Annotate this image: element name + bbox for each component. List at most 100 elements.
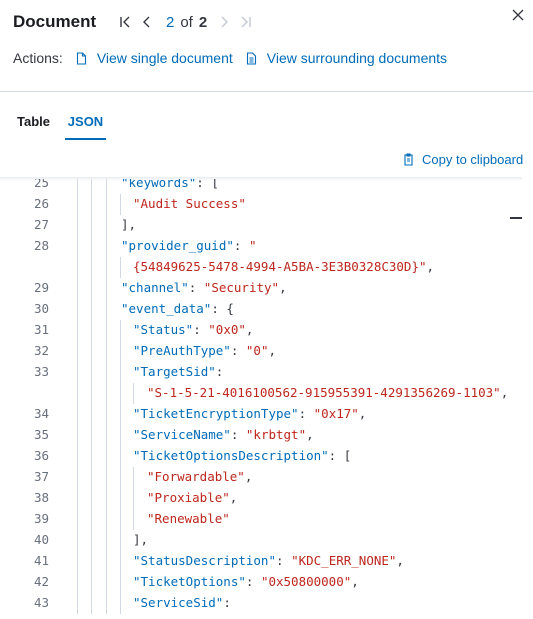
json-punctuation: : xyxy=(233,238,249,253)
json-punctuation: , xyxy=(426,259,435,274)
code-line: 26 "Audit Success" xyxy=(0,194,522,215)
indent-guide xyxy=(120,551,121,572)
json-key: "TicketOptionsDescription" xyxy=(133,448,329,463)
tab-json[interactable]: JSON xyxy=(65,108,106,140)
indent-guide xyxy=(106,236,107,257)
indent-guide xyxy=(77,404,78,425)
line-number: 29 xyxy=(33,280,49,295)
json-punctuation: : xyxy=(193,322,209,337)
collapse-icon[interactable] xyxy=(510,217,522,219)
indent-guide xyxy=(106,278,107,299)
line-number: 41 xyxy=(33,553,49,568)
code-text: ], xyxy=(133,530,148,550)
code-text: "TicketEncryptionType": "0x17", xyxy=(133,404,366,424)
code-line: 40], xyxy=(0,530,522,551)
indent-guide xyxy=(77,278,78,299)
indent-guide xyxy=(77,446,78,467)
line-number: 31 xyxy=(33,322,49,337)
indent-guide xyxy=(106,179,107,194)
code-line: 35 "ServiceName": "krbtgt", xyxy=(0,425,522,446)
line-number: 26 xyxy=(33,196,49,211)
line-number: 25 xyxy=(33,179,49,190)
json-key: "channel" xyxy=(121,280,189,295)
json-punctuation: : xyxy=(245,574,261,589)
code-line: 34 "TicketEncryptionType": "0x17", xyxy=(0,404,522,425)
code-text: "S-1-5-21-4016100562-915955391-429135626… xyxy=(147,383,508,403)
json-string: "S-1-5-21-4016100562-915955391-429135626… xyxy=(147,385,501,400)
indent-guide xyxy=(91,467,92,488)
json-string: "Renewable" xyxy=(147,511,230,526)
code-text: "TicketOptionsDescription": [ xyxy=(133,446,351,466)
json-code-block[interactable]: 25 "keywords": [26 "Audit Success" 27], 28 "p… xyxy=(0,179,522,619)
line-number: 33 xyxy=(33,364,49,379)
indent-guide xyxy=(120,509,121,530)
json-string: "Security" xyxy=(203,280,280,295)
indent-guide xyxy=(106,572,107,593)
indent-guide xyxy=(106,299,107,320)
indent-guide xyxy=(77,320,78,341)
indent-guide xyxy=(77,215,78,236)
document-pager: 2 of 2 xyxy=(114,12,257,32)
previous-page-button[interactable] xyxy=(136,12,158,32)
indent-guide xyxy=(120,488,121,509)
code-line: 33 "TargetSid": xyxy=(0,362,522,383)
indent-guide xyxy=(91,593,92,614)
next-page-button[interactable] xyxy=(213,12,235,32)
json-punctuation: , xyxy=(268,343,277,358)
json-string: {54849625-5478-4994-A5BA-3E3B0328C30D}" xyxy=(133,259,427,274)
json-punctuation: , xyxy=(229,490,238,505)
indent-guide xyxy=(91,446,92,467)
indent-guide xyxy=(77,488,78,509)
json-key: "TargetSid" xyxy=(133,364,216,379)
json-punctuation: : [ xyxy=(328,448,352,463)
json-string: "0" xyxy=(245,343,269,358)
indent-guide xyxy=(120,530,121,551)
code-text: "Audit Success" xyxy=(133,194,246,214)
indent-guide xyxy=(133,467,134,488)
json-punctuation: , xyxy=(358,406,367,421)
line-number: 36 xyxy=(33,448,49,463)
code-line: 42 "TicketOptions": "0x50800000", xyxy=(0,572,522,593)
view-surrounding-documents-link[interactable]: View surrounding documents xyxy=(245,50,447,66)
indent-guide xyxy=(120,572,121,593)
json-punctuation: : xyxy=(230,343,246,358)
line-number: 27 xyxy=(33,217,49,232)
clipboard-icon xyxy=(404,152,413,166)
line-number: 42 xyxy=(33,574,49,589)
indent-guide xyxy=(91,362,92,383)
pager-of-label: of xyxy=(180,13,193,31)
close-icon[interactable] xyxy=(510,7,526,23)
indent-guide xyxy=(77,572,78,593)
json-key: "keywords" xyxy=(121,179,197,190)
last-page-button[interactable] xyxy=(235,12,257,32)
indent-guide xyxy=(120,362,121,383)
json-punctuation: , xyxy=(245,322,254,337)
indent-guide xyxy=(77,236,78,257)
json-string: "Proxiable" xyxy=(147,490,230,505)
indent-guide xyxy=(77,362,78,383)
line-number: 28 xyxy=(33,238,49,253)
indent-guide xyxy=(77,299,78,320)
current-page[interactable]: 2 xyxy=(166,14,174,31)
indent-guide xyxy=(91,278,92,299)
line-number: 38 xyxy=(33,490,49,505)
documents-icon xyxy=(246,51,256,65)
line-number: 34 xyxy=(33,406,49,421)
indent-guide xyxy=(91,572,92,593)
json-punctuation: : { xyxy=(211,301,234,316)
json-punctuation: , xyxy=(279,280,287,295)
json-key: "PreAuthType" xyxy=(133,343,231,358)
json-punctuation: , xyxy=(351,574,359,589)
indent-guide xyxy=(77,194,78,215)
copy-to-clipboard-button[interactable]: Copy to clipboard xyxy=(402,151,523,167)
indent-guide xyxy=(91,551,92,572)
code-line: 37 "Forwardable", xyxy=(0,467,522,488)
json-key: "ServiceSid" xyxy=(133,595,224,610)
indent-guide xyxy=(106,404,107,425)
first-page-button[interactable] xyxy=(114,12,136,32)
tab-table[interactable]: Table xyxy=(17,108,50,140)
indent-guide xyxy=(91,488,92,509)
line-number: 39 xyxy=(33,511,49,526)
view-single-document-link[interactable]: View single document xyxy=(75,50,233,66)
line-number: 30 xyxy=(33,301,49,316)
